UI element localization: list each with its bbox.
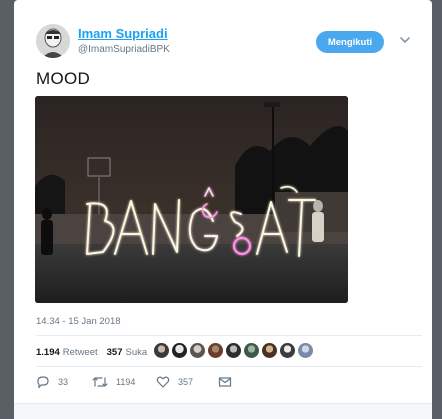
tweet-card: Imam Supriadi @ImamSupriadiBPK Mengikuti…	[14, 0, 432, 419]
like-action-count: 357	[178, 377, 194, 387]
retweet-button[interactable]: 1194	[92, 375, 135, 389]
liker-avatars	[154, 343, 316, 359]
avatar-image	[36, 24, 70, 58]
retweet-icon	[92, 377, 108, 387]
divider	[36, 335, 422, 336]
retweet-count[interactable]: 1.194	[36, 347, 60, 358]
author-avatar[interactable]	[36, 24, 70, 58]
tweet-stats: 1.194 Retweet 357 Suka	[36, 345, 147, 359]
reply-icon	[37, 376, 49, 389]
direct-message-button[interactable]	[218, 375, 240, 389]
liker-avatar[interactable]	[208, 343, 223, 358]
like-count[interactable]: 357	[107, 347, 123, 358]
chevron-down-icon[interactable]	[398, 33, 412, 47]
retweet-label[interactable]: Retweet	[63, 347, 98, 358]
like-button[interactable]: 357	[156, 375, 193, 389]
liker-avatar[interactable]	[154, 343, 169, 358]
liker-avatar[interactable]	[226, 343, 241, 358]
light-painting-image	[35, 96, 348, 303]
reply-count: 33	[58, 377, 69, 387]
heart-icon	[156, 376, 170, 388]
retweet-action-count: 1194	[116, 377, 136, 387]
liker-avatar[interactable]	[244, 343, 259, 358]
tweet-timestamp[interactable]: 14.34 - 15 Jan 2018	[36, 316, 121, 327]
author-handle[interactable]: @ImamSupriadiBPK	[78, 44, 170, 55]
reply-area	[14, 403, 432, 419]
follow-button[interactable]: Mengikuti	[316, 31, 384, 53]
tweet-text: MOOD	[36, 69, 91, 88]
liker-avatar[interactable]	[298, 343, 313, 358]
like-label[interactable]: Suka	[126, 347, 148, 358]
liker-avatar[interactable]	[262, 343, 277, 358]
tweet-photo[interactable]	[35, 96, 348, 303]
author-name[interactable]: Imam Supriadi	[78, 26, 168, 41]
liker-avatar[interactable]	[190, 343, 205, 358]
envelope-icon	[218, 377, 232, 387]
liker-avatar[interactable]	[280, 343, 295, 358]
divider	[36, 366, 422, 367]
liker-avatar[interactable]	[172, 343, 187, 358]
reply-button[interactable]: 33	[36, 375, 68, 389]
